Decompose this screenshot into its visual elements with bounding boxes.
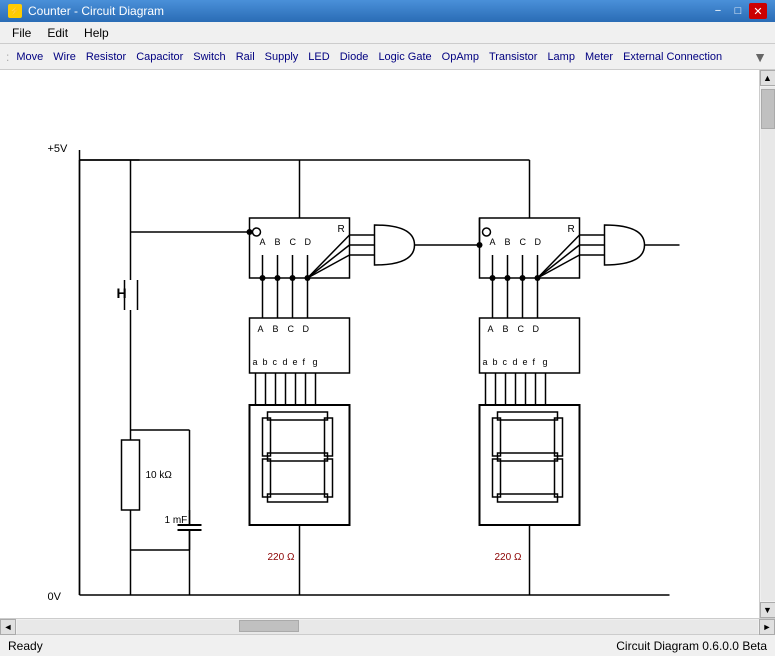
svg-text:D: D [303, 324, 310, 334]
svg-text:C: C [290, 237, 297, 247]
canvas-area[interactable]: +5V 0V H 10 kΩ [0, 70, 759, 618]
svg-text:A: A [488, 324, 494, 334]
close-button[interactable]: ✕ [749, 3, 767, 19]
svg-text:B: B [275, 237, 281, 247]
scroll-right-button[interactable]: ► [759, 619, 775, 635]
scroll-track-vertical[interactable] [761, 87, 775, 601]
tool-move[interactable]: Move [11, 49, 48, 65]
scroll-thumb-horizontal[interactable] [239, 620, 299, 632]
svg-text:c: c [503, 357, 508, 367]
svg-text:g: g [313, 357, 318, 367]
toolbar-expand-icon[interactable]: ▼ [753, 49, 771, 65]
svg-text:B: B [505, 237, 511, 247]
tool-opamp[interactable]: OpAmp [437, 49, 484, 65]
svg-text:B: B [273, 324, 279, 334]
tool-logic-gate[interactable]: Logic Gate [373, 49, 436, 65]
svg-text:d: d [283, 357, 288, 367]
tool-transistor[interactable]: Transistor [484, 49, 543, 65]
svg-text:R: R [568, 224, 575, 235]
tool-diode[interactable]: Diode [335, 49, 374, 65]
menu-file[interactable]: File [4, 24, 39, 42]
circuit-diagram: +5V 0V H 10 kΩ [0, 70, 759, 618]
svg-text:220 Ω: 220 Ω [268, 552, 295, 563]
scroll-up-button[interactable]: ▲ [760, 70, 775, 86]
svg-text:A: A [260, 237, 266, 247]
svg-text:H: H [117, 285, 127, 301]
toolbar: : Move Wire Resistor Capacitor Switch Ra… [0, 44, 775, 70]
svg-text:10 kΩ: 10 kΩ [146, 470, 173, 481]
svg-text:A: A [490, 237, 496, 247]
maximize-button[interactable]: □ [729, 3, 747, 19]
window-title: Counter - Circuit Diagram [28, 4, 164, 18]
tool-rail[interactable]: Rail [231, 49, 260, 65]
tool-resistor[interactable]: Resistor [81, 49, 131, 65]
svg-text:C: C [288, 324, 295, 334]
horizontal-scrollbar-bar: ◄ ► [0, 618, 775, 634]
svg-text:e: e [523, 357, 528, 367]
svg-text:b: b [263, 357, 268, 367]
tool-lamp[interactable]: Lamp [542, 49, 580, 65]
main-area: +5V 0V H 10 kΩ [0, 70, 775, 618]
svg-text:R: R [338, 224, 345, 235]
svg-text:a: a [483, 357, 488, 367]
tool-meter[interactable]: Meter [580, 49, 618, 65]
svg-text:220 Ω: 220 Ω [495, 552, 522, 563]
tool-led[interactable]: LED [303, 49, 334, 65]
svg-text:+5V: +5V [48, 143, 69, 155]
menu-edit[interactable]: Edit [39, 24, 76, 42]
svg-text:g: g [543, 357, 548, 367]
tool-switch[interactable]: Switch [188, 49, 230, 65]
version-text: Circuit Diagram 0.6.0.0 Beta [616, 639, 767, 653]
svg-text:C: C [518, 324, 525, 334]
toolbar-separator-1: : [4, 50, 11, 64]
scroll-down-button[interactable]: ▼ [760, 602, 775, 618]
title-bar: ⚡ Counter - Circuit Diagram − □ ✕ [0, 0, 775, 22]
svg-text:B: B [503, 324, 509, 334]
scroll-track-horizontal[interactable] [17, 620, 758, 634]
tool-external-connection[interactable]: External Connection [618, 49, 727, 65]
scroll-thumb-vertical[interactable] [761, 89, 775, 129]
status-bar: Ready Circuit Diagram 0.6.0.0 Beta [0, 634, 775, 656]
svg-text:a: a [253, 357, 258, 367]
svg-text:A: A [258, 324, 264, 334]
scroll-left-button[interactable]: ◄ [0, 619, 16, 635]
tool-capacitor[interactable]: Capacitor [131, 49, 188, 65]
svg-text:D: D [533, 324, 540, 334]
minimize-button[interactable]: − [709, 3, 727, 19]
menu-help[interactable]: Help [76, 24, 117, 42]
tool-supply[interactable]: Supply [260, 49, 304, 65]
svg-text:e: e [293, 357, 298, 367]
app-icon: ⚡ [8, 4, 22, 18]
svg-text:1 mF: 1 mF [165, 515, 188, 526]
menu-bar: File Edit Help [0, 22, 775, 44]
svg-text:0V: 0V [48, 591, 62, 603]
svg-text:d: d [513, 357, 518, 367]
svg-text:C: C [520, 237, 527, 247]
svg-text:b: b [493, 357, 498, 367]
vertical-scrollbar[interactable]: ▲ ▼ [759, 70, 775, 618]
status-text: Ready [8, 639, 43, 653]
svg-text:c: c [273, 357, 278, 367]
svg-text:D: D [535, 237, 542, 247]
svg-text:D: D [305, 237, 312, 247]
tool-wire[interactable]: Wire [48, 49, 81, 65]
